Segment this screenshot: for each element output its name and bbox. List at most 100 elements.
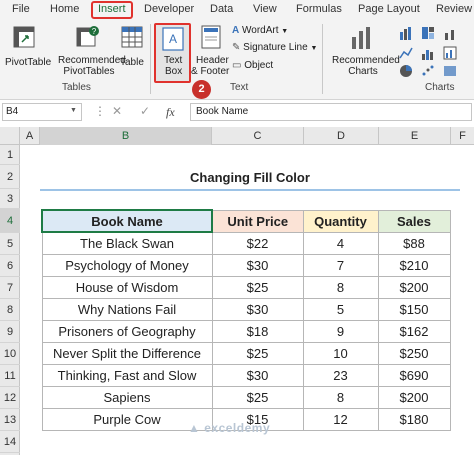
formula-input[interactable]: Book Name: [190, 103, 472, 121]
statistic-chart-icon[interactable]: [421, 46, 435, 60]
table-cell[interactable]: $210: [377, 253, 451, 277]
table-cell[interactable]: $250: [377, 341, 451, 365]
hierarchy-chart-icon[interactable]: [421, 26, 435, 40]
column-header-d[interactable]: D: [304, 127, 379, 145]
column-header-e[interactable]: E: [379, 127, 451, 145]
table-cell[interactable]: Psychology of Money: [41, 253, 213, 277]
table-cell[interactable]: Why Nations Fail: [41, 297, 213, 321]
insert-function-icon[interactable]: fx: [166, 105, 175, 120]
text-box-button[interactable]: A Text Box: [154, 23, 191, 83]
pivotchart-icon[interactable]: [443, 46, 457, 60]
row-header[interactable]: 14: [0, 431, 20, 453]
table-cell[interactable]: Sapiens: [41, 385, 213, 409]
row-header[interactable]: 4: [0, 209, 20, 233]
line-chart-icon[interactable]: [399, 46, 413, 60]
table-cell[interactable]: 9: [302, 319, 379, 343]
object-button[interactable]: ▭ Object: [232, 60, 273, 71]
row-header[interactable]: 5: [0, 233, 20, 255]
column-header-b[interactable]: B: [40, 127, 212, 145]
row-header[interactable]: 2: [0, 165, 20, 189]
pivottable-button[interactable]: PivotTable: [4, 24, 51, 74]
row-header[interactable]: 11: [0, 365, 20, 387]
table-cell[interactable]: 7: [302, 253, 379, 277]
header-cell-book-name[interactable]: Book Name: [41, 209, 213, 233]
header-cell-quantity[interactable]: Quantity: [302, 209, 379, 233]
select-all-corner[interactable]: [0, 127, 20, 145]
table-cell[interactable]: $88: [377, 231, 451, 255]
group-label-charts: Charts: [425, 82, 455, 93]
name-box-dropdown-icon[interactable]: ▼: [70, 107, 77, 114]
table-cell[interactable]: $18: [211, 319, 304, 343]
header-cell-unit-price[interactable]: Unit Price: [211, 209, 304, 233]
combo-chart-icon[interactable]: [443, 26, 457, 40]
cancel-icon[interactable]: ✕: [112, 104, 122, 118]
table-cell[interactable]: $25: [211, 385, 304, 409]
table-cell[interactable]: $22: [211, 231, 304, 255]
table-cell[interactable]: $180: [377, 407, 451, 431]
tab-page-layout[interactable]: Page Layout: [358, 3, 420, 15]
table-cell[interactable]: 10: [302, 341, 379, 365]
enter-icon[interactable]: ✓: [140, 104, 150, 118]
chevron-down-icon: ▼: [281, 28, 289, 35]
data-table: Book Name Unit Price Quantity Sales The …: [41, 209, 451, 431]
table-cell[interactable]: $30: [211, 363, 304, 387]
column-header-f[interactable]: F: [451, 127, 474, 145]
table-cell[interactable]: $200: [377, 385, 451, 409]
table-cell[interactable]: 8: [302, 385, 379, 409]
tab-formulas[interactable]: Formulas: [296, 3, 342, 15]
table-cell[interactable]: 4: [302, 231, 379, 255]
table-cell[interactable]: Prisoners of Geography: [41, 319, 213, 343]
table-cell[interactable]: $30: [211, 253, 304, 277]
tab-data[interactable]: Data: [210, 3, 233, 15]
row-header[interactable]: 12: [0, 387, 20, 409]
tab-view[interactable]: View: [253, 3, 277, 15]
tab-file[interactable]: File: [12, 3, 30, 15]
recommended-pivottables-label-2: PivotTables: [63, 66, 115, 77]
column-header-c[interactable]: C: [212, 127, 304, 145]
row-header[interactable]: 13: [0, 409, 20, 431]
row-header[interactable]: 6: [0, 255, 20, 277]
table-cell[interactable]: Purple Cow: [41, 407, 213, 431]
map-chart-icon[interactable]: [443, 64, 457, 78]
tab-developer[interactable]: Developer: [144, 3, 194, 15]
column-header-a[interactable]: A: [20, 127, 40, 145]
worksheet-grid[interactable]: Changing Fill Color Book Name Unit Price…: [20, 145, 474, 455]
table-cell[interactable]: $30: [211, 297, 304, 321]
recommended-pivottables-button[interactable]: ? Recommended PivotTables: [56, 24, 126, 80]
table-cell[interactable]: 23: [302, 363, 379, 387]
table-cell[interactable]: 8: [302, 275, 379, 299]
table-cell[interactable]: Never Split the Difference: [41, 341, 213, 365]
table-cell[interactable]: Thinking, Fast and Slow: [41, 363, 213, 387]
tab-review[interactable]: Review: [436, 3, 472, 15]
signature-line-label: Signature Line: [243, 42, 308, 53]
row-header[interactable]: 1: [0, 145, 20, 165]
header-cell-sales[interactable]: Sales: [377, 209, 451, 233]
column-chart-icon[interactable]: [399, 26, 413, 40]
table-cell[interactable]: 12: [302, 407, 379, 431]
signature-line-button[interactable]: ✎ Signature Line ▼: [232, 42, 317, 53]
row-header[interactable]: 7: [0, 277, 20, 299]
table-cell[interactable]: $200: [377, 275, 451, 299]
pie-chart-icon[interactable]: [399, 64, 413, 78]
table-cell[interactable]: $25: [211, 341, 304, 365]
table-cell[interactable]: 5: [302, 297, 379, 321]
tab-home[interactable]: Home: [50, 3, 79, 15]
table-cell[interactable]: The Black Swan: [41, 231, 213, 255]
table-cell[interactable]: $690: [377, 363, 451, 387]
table-body: The Black Swan $22 4 $88 Psychology of Money…: [41, 231, 451, 431]
wordart-button[interactable]: A WordArt ▼: [232, 25, 288, 36]
table-cell[interactable]: House of Wisdom: [41, 275, 213, 299]
table-cell[interactable]: $150: [377, 297, 451, 321]
table-button[interactable]: Table: [118, 24, 146, 74]
more-options-icon[interactable]: ⋮: [94, 104, 106, 118]
row-header[interactable]: 8: [0, 299, 20, 321]
table-cell[interactable]: $162: [377, 319, 451, 343]
header-footer-button[interactable]: Header & Footer: [191, 24, 229, 80]
row-header[interactable]: 3: [0, 189, 20, 209]
recommended-charts-button[interactable]: Recommended Charts: [330, 24, 400, 80]
scatter-chart-icon[interactable]: [421, 64, 435, 78]
row-header[interactable]: 9: [0, 321, 20, 343]
group-label-tables: Tables: [62, 82, 91, 93]
row-header[interactable]: 10: [0, 343, 20, 365]
table-cell[interactable]: $25: [211, 275, 304, 299]
